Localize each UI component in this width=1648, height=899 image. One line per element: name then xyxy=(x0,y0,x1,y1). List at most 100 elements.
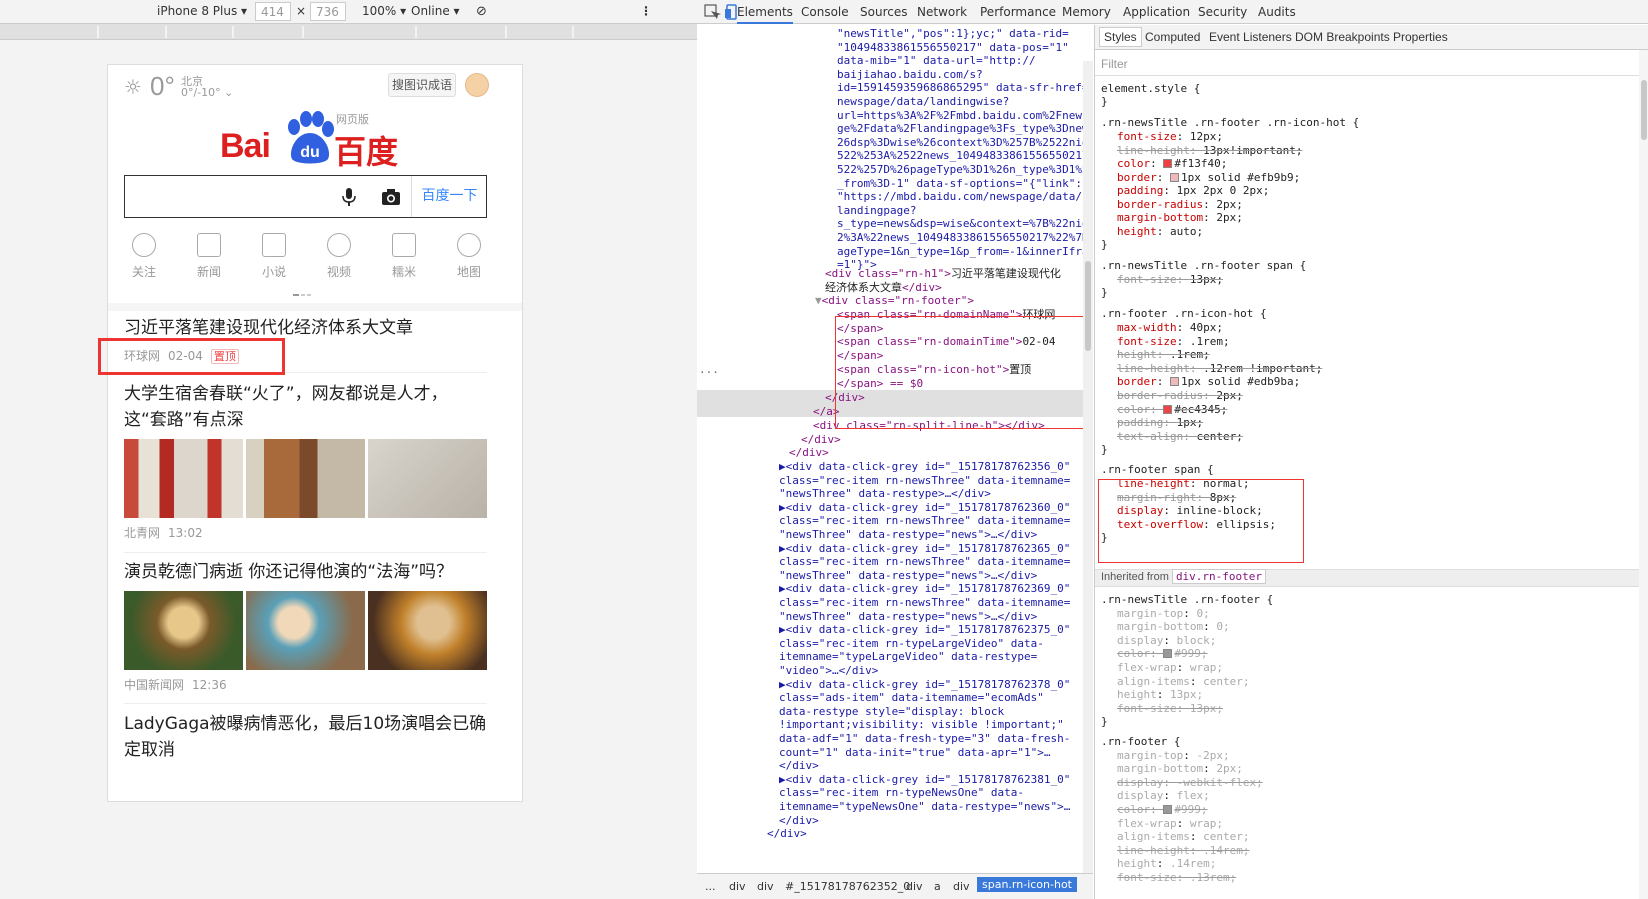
dom-node-line[interactable]: ▶<div data-click-grey id="_1517817876236… xyxy=(779,501,1070,515)
nav-map[interactable]: 地图 xyxy=(441,233,497,280)
news-item[interactable]: 演员乾德门病逝 你还记得他演的“法海”吗？ 中国新闻网 12:36 xyxy=(124,559,487,692)
style-property[interactable]: padding: 1px 2px 0 2px; xyxy=(1117,184,1269,197)
color-swatch[interactable] xyxy=(1170,173,1179,182)
crumb[interactable]: div xyxy=(729,880,746,893)
device-select[interactable]: iPhone 8 Plus ▾ xyxy=(157,4,247,18)
style-property[interactable]: margin-top: 0; xyxy=(1117,607,1210,620)
node-h1[interactable]: <div class="rn-h1">习近平落笔建设现代化 xyxy=(825,267,1061,281)
dom-node-line[interactable]: ▶<div data-click-grey id="_1517817876238… xyxy=(779,773,1070,787)
style-property[interactable]: height: .1rem; xyxy=(1117,348,1210,361)
rotate-icon[interactable]: ⊘ xyxy=(476,4,487,19)
tab-properties[interactable]: Properties xyxy=(1393,30,1448,44)
crumb-selected[interactable]: span.rn-icon-hot xyxy=(977,877,1077,892)
node-footer[interactable]: ▼<div class="rn-footer"> xyxy=(815,294,974,308)
search-submit-button[interactable]: 百度一下 xyxy=(411,176,487,217)
crumb[interactable]: ... xyxy=(705,880,716,893)
nav-novel[interactable]: 小说 xyxy=(246,233,302,280)
tab-network[interactable]: Network xyxy=(917,5,967,19)
scrollbar[interactable] xyxy=(1083,61,1093,873)
search-input[interactable] xyxy=(129,182,329,212)
crumb[interactable]: div xyxy=(906,880,923,893)
style-property[interactable]: display: flex; xyxy=(1117,789,1210,802)
style-property[interactable]: border: 1px solid #edb9ba; xyxy=(1117,375,1300,388)
style-property[interactable]: font-size: 12px; xyxy=(1117,130,1223,143)
node-ellipsis[interactable]: ... xyxy=(699,363,719,377)
style-property[interactable]: text-align: center; xyxy=(1117,430,1243,443)
style-property[interactable]: align-items: center; xyxy=(1117,830,1249,843)
style-property[interactable]: font-size: 13px; xyxy=(1117,273,1223,286)
nav-video[interactable]: 视频 xyxy=(311,233,367,280)
style-property[interactable]: margin-bottom: 2px; xyxy=(1117,762,1243,775)
color-swatch[interactable] xyxy=(1163,159,1173,168)
color-swatch[interactable] xyxy=(1170,377,1179,386)
tab-styles[interactable]: Styles xyxy=(1099,27,1142,47)
tab-elements[interactable]: Elements xyxy=(737,5,793,24)
style-property[interactable]: max-width: 40px; xyxy=(1117,321,1223,334)
dom-node-line[interactable]: ▶<div data-click-grey id="_1517817876236… xyxy=(779,582,1070,596)
camera-icon[interactable] xyxy=(381,188,401,206)
zoom-select[interactable]: 100% ▾ xyxy=(362,4,406,18)
width-input[interactable]: 414 xyxy=(255,2,291,21)
scrollbar[interactable] xyxy=(1639,50,1648,899)
crumb[interactable]: a xyxy=(934,880,941,893)
tab-computed[interactable]: Computed xyxy=(1145,30,1200,44)
style-property[interactable]: font-size: 13px; xyxy=(1117,702,1223,715)
dom-node-line[interactable]: ▶<div data-click-grey id="_1517817876237… xyxy=(779,623,1070,637)
tab-event-listeners[interactable]: Event Listeners xyxy=(1209,30,1292,44)
style-property[interactable]: display: block; xyxy=(1117,634,1216,647)
style-property[interactable]: color: #ec4345; xyxy=(1117,403,1227,416)
nav-nuomi[interactable]: 糯米 xyxy=(376,233,432,280)
style-property[interactable]: height: auto; xyxy=(1117,225,1203,238)
inherited-link[interactable]: div.rn-footer xyxy=(1171,569,1267,584)
style-property[interactable]: font-size: .1rem; xyxy=(1117,335,1230,348)
style-property[interactable]: color: #f13f40; xyxy=(1117,157,1227,170)
tab-console[interactable]: Console xyxy=(801,5,849,19)
color-swatch[interactable] xyxy=(1163,805,1173,814)
style-property[interactable]: color: #999; xyxy=(1117,803,1208,816)
style-property[interactable]: border-radius: 2px; xyxy=(1117,198,1243,211)
network-select[interactable]: Online ▾ xyxy=(411,4,460,18)
style-property[interactable]: flex-wrap: wrap; xyxy=(1117,661,1223,674)
style-property[interactable]: line-height: .12rem !important; xyxy=(1117,362,1322,375)
style-property[interactable]: height: 13px; xyxy=(1117,688,1203,701)
microphone-icon[interactable] xyxy=(341,187,357,207)
style-property[interactable]: align-items: center; xyxy=(1117,675,1249,688)
dom-node-line[interactable]: ▶<div data-click-grey id="_1517817876235… xyxy=(779,460,1070,474)
style-property[interactable]: border: 1px solid #efb9b9; xyxy=(1117,171,1300,184)
dom-node-line[interactable]: ▶<div data-click-grey id="_1517817876237… xyxy=(779,678,1070,692)
tab-security[interactable]: Security xyxy=(1198,5,1247,19)
height-input[interactable]: 736 xyxy=(310,2,346,21)
style-property[interactable]: padding: 1px; xyxy=(1117,416,1203,429)
filter-input[interactable]: Filter xyxy=(1101,57,1128,71)
tab-audits[interactable]: Audits xyxy=(1258,5,1296,19)
style-property[interactable]: height: .14rem; xyxy=(1117,857,1216,870)
style-property[interactable]: margin-bottom: 0; xyxy=(1117,620,1230,633)
style-property[interactable]: color: #999; xyxy=(1117,647,1208,660)
style-property[interactable]: flex-wrap: wrap; xyxy=(1117,817,1223,830)
style-property[interactable]: margin-bottom: 2px; xyxy=(1117,211,1243,224)
style-property[interactable]: border-radius: 2px; xyxy=(1117,389,1243,402)
style-property[interactable]: display: -webkit-flex; xyxy=(1117,776,1263,789)
tab-dom-breakpoints[interactable]: DOM Breakpoints xyxy=(1295,30,1390,44)
color-swatch[interactable] xyxy=(1163,405,1173,414)
avatar[interactable] xyxy=(465,73,489,97)
more-icon[interactable]: ⋮ xyxy=(640,4,652,18)
tab-performance[interactable]: Performance xyxy=(980,5,1056,19)
color-swatch[interactable] xyxy=(1163,649,1173,659)
news-item[interactable]: LadyGaga被曝病情恶化，最后10场演唱会已确定取消 xyxy=(124,711,487,763)
crumb[interactable]: div xyxy=(757,880,774,893)
crumb[interactable]: div xyxy=(953,880,970,893)
tab-application[interactable]: Application xyxy=(1123,5,1190,19)
style-property[interactable]: line-height: 13px!important; xyxy=(1117,144,1302,157)
style-property[interactable]: font-size: .13rem; xyxy=(1117,871,1236,884)
nav-news[interactable]: 新闻 xyxy=(181,233,237,280)
nav-follow[interactable]: 关注 xyxy=(116,233,172,280)
tab-sources[interactable]: Sources xyxy=(860,5,907,19)
news-item[interactable]: 大学生宿舍春联“火了”，网友都说是人才，这“套路”有点深 北青网 13:02 xyxy=(124,381,487,540)
image-search-button[interactable]: 搜图识成语 xyxy=(388,73,456,97)
crumb[interactable]: #_15178178762352_0 xyxy=(785,880,910,893)
style-property[interactable]: line-height: .14rem; xyxy=(1117,844,1249,857)
dom-node-line[interactable]: ▶<div data-click-grey id="_1517817876236… xyxy=(779,542,1070,556)
style-property[interactable]: margin-top: -2px; xyxy=(1117,749,1230,762)
tab-memory[interactable]: Memory xyxy=(1062,5,1111,19)
